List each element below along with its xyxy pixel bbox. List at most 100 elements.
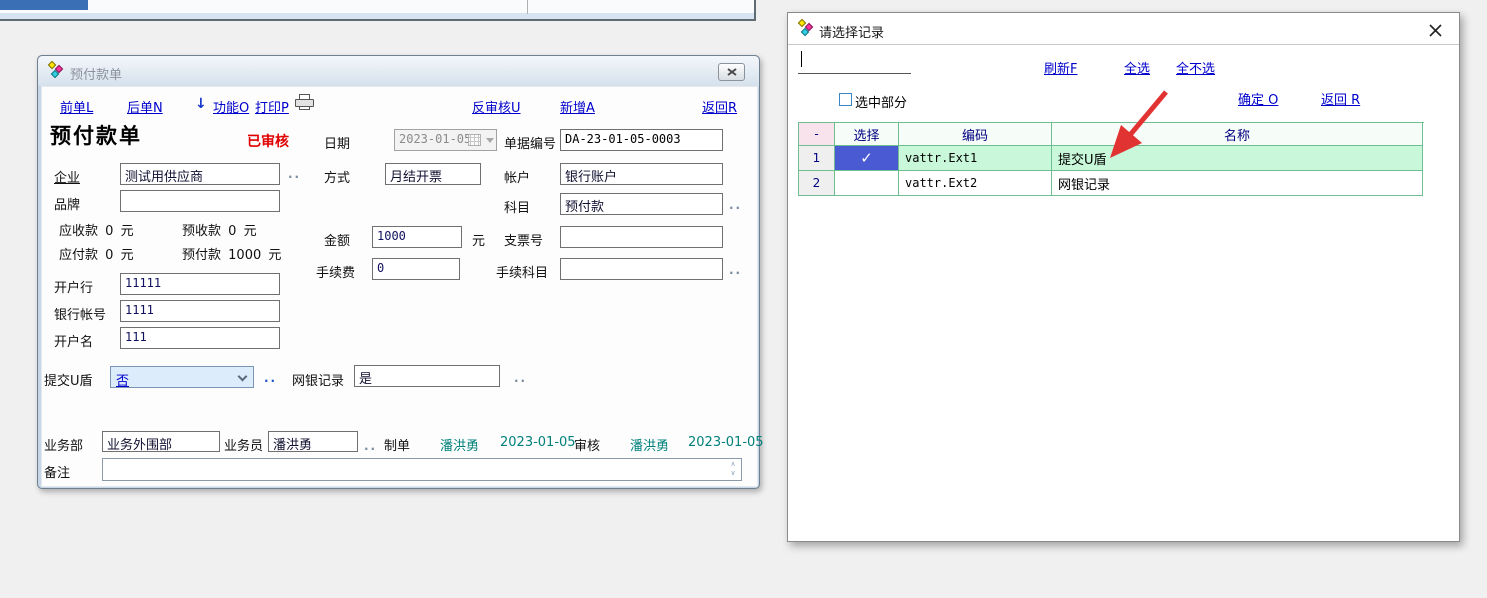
prepay-label: 预付款 [182, 248, 221, 263]
account-name-label: 开户名 [54, 331, 93, 350]
dept-field[interactable]: 业务外围部 [102, 431, 220, 452]
ushield-combobox[interactable]: 否 [110, 366, 254, 388]
account-name-field[interactable]: 111 [120, 327, 280, 349]
search-underline [798, 73, 911, 74]
prepayment-form: 前单L 后单N ↓ 功能O 打印P 反审核U 新增A 返回R 预付款单 已审核 … [41, 86, 758, 487]
ebank-field[interactable]: 是 [354, 365, 500, 387]
close-icon [727, 68, 737, 76]
bank-account-field[interactable]: 1111 [120, 300, 280, 322]
prev-doc-button[interactable]: 前单L [60, 97, 93, 116]
fee-field[interactable]: 0 [372, 258, 460, 280]
dialog-close-button[interactable] [1427, 22, 1443, 38]
prepayment-window: 预付款单 前单L 后单N ↓ 功能O 打印P 反审核U 新增A 返回R 预付款单 [37, 55, 760, 489]
header-code[interactable]: 编码 [899, 123, 1052, 146]
pre-receive-unit: 元 [244, 224, 257, 239]
select-all-link[interactable]: 全选 [1124, 58, 1150, 77]
unapprove-button[interactable]: 反审核U [472, 97, 521, 116]
row-select-cell[interactable] [835, 171, 899, 196]
method-field[interactable]: 月结开票 [385, 163, 481, 185]
prepayment-titlebar[interactable]: 预付款单 [38, 56, 759, 86]
date-dropdown-arrow-icon[interactable] [486, 138, 494, 143]
salesman-browse-dots[interactable]: .. [364, 439, 377, 453]
remark-scroll-down-icon[interactable]: ∨ [727, 471, 739, 476]
amount-unit: 元 [472, 230, 485, 249]
window-title: 预付款单 [70, 64, 122, 83]
fee-subject-field[interactable] [560, 258, 723, 280]
receivable-label: 应收款 [59, 224, 98, 239]
dialog-titlebar[interactable]: 请选择记录 [788, 13, 1459, 45]
check-no-field[interactable] [560, 226, 723, 248]
fee-subject-browse-dots[interactable]: .. [729, 263, 742, 277]
dialog-diamonds-icon [798, 20, 815, 37]
doc-no-field[interactable]: DA-23-01-05-0003 [560, 129, 723, 151]
remark-scroll-up-icon[interactable]: ∧ [727, 462, 739, 467]
annotation-arrow [1100, 88, 1180, 168]
maker-name: 潘洪勇 [440, 435, 479, 454]
receivable-unit: 元 [121, 224, 134, 239]
status-badge: 已审核 [247, 131, 289, 151]
next-doc-button[interactable]: 后单N [127, 97, 163, 116]
check-icon: ✓ [860, 149, 873, 167]
remark-label: 备注 [44, 462, 70, 481]
add-new-button[interactable]: 新增A [560, 97, 595, 116]
company-field[interactable]: 测试用供应商 [120, 163, 280, 185]
company-label-link[interactable]: 企业 [54, 167, 80, 186]
form-title: 预付款单 [50, 120, 142, 150]
calendar-icon[interactable] [468, 134, 481, 146]
printer-icon[interactable] [295, 94, 315, 111]
print-button[interactable]: 打印P [255, 97, 289, 116]
row-number: 1 [799, 146, 835, 171]
account-field[interactable]: 银行账户 [560, 163, 723, 185]
date-field[interactable]: 2023-01-05 [394, 129, 497, 151]
background-window-frame [0, 13, 754, 19]
func-down-arrow-icon: ↓ [195, 96, 207, 112]
background-selected-tab[interactable] [0, 0, 88, 10]
header-select[interactable]: 选择 [835, 123, 899, 146]
back-link[interactable]: 返回 R [1321, 89, 1360, 108]
ok-link[interactable]: 确定 O [1238, 89, 1278, 108]
select-none-link[interactable]: 全不选 [1176, 58, 1215, 77]
date-label: 日期 [324, 133, 350, 152]
partial-select-checkbox[interactable] [839, 93, 852, 106]
salesman-field[interactable]: 潘洪勇 [268, 431, 358, 452]
refresh-link[interactable]: 刷新F [1044, 58, 1077, 77]
header-index[interactable]: - [799, 123, 835, 146]
company-browse-dots[interactable]: .. [288, 167, 301, 181]
ebank-browse-dots[interactable]: .. [514, 371, 527, 385]
payable-summary: 应付款 0 元 [59, 244, 134, 263]
close-button[interactable] [718, 63, 745, 81]
subject-field[interactable]: 预付款 [560, 193, 723, 215]
row-select-cell[interactable]: ✓ [835, 146, 899, 171]
ebank-label: 网银记录 [292, 370, 344, 389]
bank-label: 开户行 [54, 277, 93, 296]
subject-browse-dots[interactable]: .. [729, 198, 742, 212]
maker-date: 2023-01-05 [500, 435, 576, 450]
pre-receive-summary: 预收款 0 元 [182, 220, 257, 239]
table-row[interactable]: 2 vattr.Ext2 网银记录 [799, 171, 1424, 196]
amount-label: 金额 [324, 230, 350, 249]
row-code[interactable]: vattr.Ext1 [899, 146, 1052, 171]
function-button[interactable]: 功能O [213, 97, 249, 116]
row-number: 2 [799, 171, 835, 196]
row-name[interactable]: 网银记录 [1052, 171, 1423, 196]
check-no-label: 支票号 [504, 230, 543, 249]
payable-value: 0 [105, 248, 113, 263]
pre-receive-label: 预收款 [182, 224, 221, 239]
remark-field[interactable]: ∧ ∨ [102, 458, 742, 481]
row-code[interactable]: vattr.Ext2 [899, 171, 1052, 196]
pre-receive-value: 0 [228, 224, 236, 239]
amount-field[interactable]: 1000 [372, 226, 462, 248]
method-label: 方式 [324, 167, 350, 186]
receivable-summary: 应收款 0 元 [59, 220, 134, 239]
bank-account-label: 银行帐号 [54, 304, 106, 323]
payable-label: 应付款 [59, 248, 98, 263]
brand-field[interactable] [120, 190, 280, 212]
fee-subject-label: 手续科目 [496, 262, 548, 281]
return-button[interactable]: 返回R [702, 97, 737, 116]
ushield-browse-dots[interactable]: .. [264, 371, 277, 385]
brand-label: 品牌 [54, 194, 80, 213]
bank-field[interactable]: 11111 [120, 273, 280, 295]
combo-chevron-down-icon[interactable] [238, 372, 248, 382]
doc-no-label: 单据编号 [504, 133, 556, 152]
dept-label: 业务部 [44, 435, 83, 454]
